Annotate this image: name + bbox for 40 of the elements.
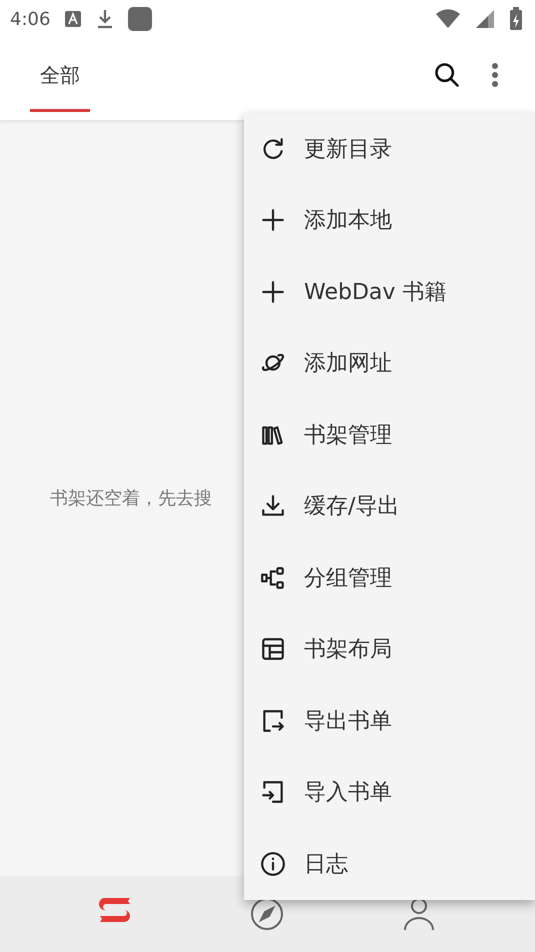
menu-item[interactable]: 导出书单 <box>244 685 535 756</box>
plus-icon <box>260 207 286 234</box>
group-icon <box>260 564 286 591</box>
search-icon[interactable] <box>433 61 461 89</box>
menu-item[interactable]: 日志 <box>244 828 535 900</box>
menu-item-label: WebDav 书籍 <box>304 278 446 307</box>
more-icon[interactable] <box>491 62 499 88</box>
wifi-icon <box>435 9 461 29</box>
menu-item[interactable]: 分组管理 <box>244 542 535 614</box>
menu-item-label: 分组管理 <box>304 564 392 593</box>
info-icon <box>260 850 286 877</box>
import-icon <box>260 779 286 806</box>
menu-item[interactable]: 书架布局 <box>244 614 535 685</box>
menu-item-label: 缓存/导出 <box>304 493 400 522</box>
export-icon <box>260 708 286 734</box>
signal-icon <box>475 9 495 29</box>
menu-item[interactable]: 添加网址 <box>244 328 535 399</box>
app-notification-icon <box>128 7 152 31</box>
menu-item[interactable]: WebDav 书籍 <box>244 256 535 328</box>
layout-icon <box>260 636 286 662</box>
menu-item[interactable]: 更新目录 <box>244 113 535 184</box>
menu-item[interactable]: 添加本地 <box>244 184 535 256</box>
menu-item-label: 添加网址 <box>304 350 392 378</box>
menu-item-label: 导出书单 <box>304 708 392 736</box>
menu-item-label: 日志 <box>304 850 348 879</box>
plus-icon <box>260 278 286 305</box>
menu-item[interactable]: 书架管理 <box>244 399 535 470</box>
empty-shelf-message: 书架还空着，先去搜 <box>50 487 212 510</box>
menu-item-label: 导入书单 <box>304 779 392 808</box>
menu-item[interactable]: 缓存/导出 <box>244 470 535 542</box>
keyboard-notification-icon <box>64 10 82 28</box>
menu-item-label: 添加本地 <box>304 207 392 236</box>
menu-item-label: 更新目录 <box>304 136 392 164</box>
menu-item[interactable]: 导入书单 <box>244 756 535 828</box>
download-notification-icon <box>96 9 114 29</box>
menu-item-label: 书架布局 <box>304 636 392 664</box>
status-time: 4:06 <box>10 8 50 30</box>
menu-item-label: 书架管理 <box>304 422 392 450</box>
tab[interactable]: 全部 <box>30 38 90 112</box>
battery-icon <box>509 7 523 31</box>
